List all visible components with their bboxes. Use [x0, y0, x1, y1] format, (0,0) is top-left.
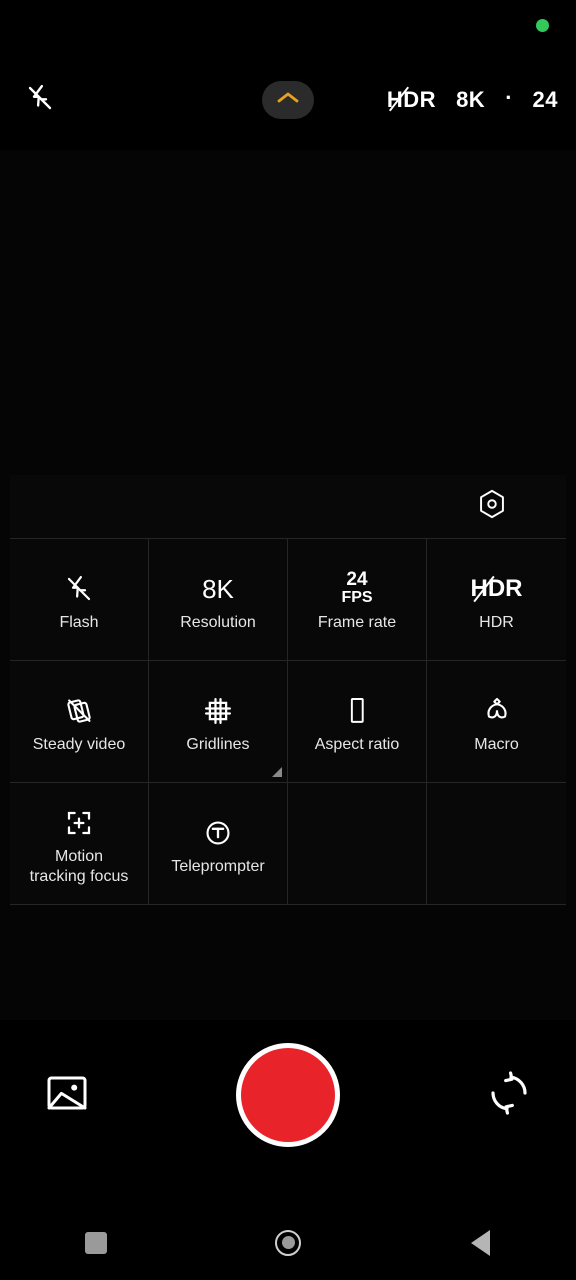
setting-label: Aspect ratio: [314, 735, 400, 753]
flip-camera-icon: [485, 1069, 533, 1122]
frame-rate-value: 24: [346, 569, 368, 591]
recents-square-icon: [85, 1231, 107, 1254]
setting-aspect-ratio[interactable]: Aspect ratio: [288, 661, 427, 783]
setting-gridlines[interactable]: Gridlines: [149, 661, 288, 783]
resolution-value: 8K: [202, 573, 234, 604]
collapse-settings-button[interactable]: [262, 81, 314, 119]
home-circle-icon: [275, 1229, 301, 1256]
setting-resolution[interactable]: 8K Resolution: [149, 539, 288, 661]
settings-grid: Flash 8K Resolution 24 FPS Frame rate HD…: [10, 539, 566, 905]
hdr-indicator-label: HDR: [386, 86, 437, 112]
motion-tracking-focus-icon: [64, 801, 94, 845]
settings-panel: Flash 8K Resolution 24 FPS Frame rate HD…: [10, 475, 566, 905]
setting-macro[interactable]: Macro: [427, 661, 566, 783]
android-nav-bar: [0, 1205, 576, 1280]
home-button[interactable]: [248, 1213, 328, 1273]
settings-panel-header: [10, 475, 566, 539]
macro-flower-icon: [481, 689, 513, 733]
flash-off-icon: [25, 83, 55, 118]
resolution-value-icon: 8K: [202, 567, 234, 611]
back-triangle-icon: [470, 1229, 490, 1256]
setting-motion-tracking-focus[interactable]: Motion tracking focus: [10, 783, 149, 905]
steady-video-off-icon: [63, 689, 95, 733]
top-control-bar: HDR 8K · 24: [0, 50, 576, 150]
setting-label: Motion tracking focus: [29, 847, 129, 885]
setting-label: Gridlines: [186, 735, 250, 753]
setting-label: Steady video: [32, 735, 126, 753]
flash-toggle-button[interactable]: [10, 70, 70, 130]
flip-camera-button[interactable]: [474, 1060, 544, 1130]
setting-label: HDR: [479, 613, 514, 631]
gallery-image-icon: [43, 1069, 91, 1122]
hexagon-settings-icon[interactable]: [475, 487, 509, 526]
hdr-off-icon: HDR: [471, 567, 523, 611]
frame-rate-indicator[interactable]: 24: [533, 89, 558, 111]
aspect-ratio-icon: [343, 689, 371, 733]
setting-label: Flash: [59, 613, 99, 631]
setting-empty-slot: [427, 783, 566, 905]
setting-empty-slot: [288, 783, 427, 905]
capture-indicators: HDR 8K · 24: [386, 85, 558, 112]
submenu-indicator-icon: [272, 767, 282, 777]
flash-off-icon: [64, 567, 94, 611]
setting-label: Frame rate: [317, 613, 397, 631]
frame-rate-value-icon: 24 FPS: [341, 567, 372, 611]
chevron-up-icon: [275, 90, 301, 111]
setting-label: Macro: [474, 735, 519, 753]
record-button[interactable]: [236, 1043, 340, 1147]
resolution-indicator[interactable]: 8K: [456, 89, 485, 111]
setting-label: Teleprompter: [171, 857, 265, 875]
teleprompter-icon: [202, 811, 234, 855]
gallery-button[interactable]: [32, 1060, 102, 1130]
recents-button[interactable]: [56, 1213, 136, 1273]
status-bar: [0, 0, 576, 50]
setting-label: Resolution: [180, 613, 256, 631]
gridlines-icon: [203, 689, 233, 733]
back-button[interactable]: [440, 1213, 520, 1273]
privacy-recording-dot: [536, 18, 549, 32]
shutter-bar: [0, 1020, 576, 1170]
camera-app-screen: HDR 8K · 24 Flash 8K Resolution 24 FPS F…: [0, 0, 576, 1280]
setting-teleprompter[interactable]: Teleprompter: [149, 783, 288, 905]
setting-steady-video[interactable]: Steady video: [10, 661, 149, 783]
setting-flash[interactable]: Flash: [10, 539, 149, 661]
setting-frame-rate[interactable]: 24 FPS Frame rate: [288, 539, 427, 661]
indicator-separator: ·: [505, 85, 513, 110]
setting-hdr[interactable]: HDR HDR: [427, 539, 566, 661]
frame-rate-unit: FPS: [341, 589, 373, 607]
hdr-indicator[interactable]: HDR: [386, 86, 437, 112]
